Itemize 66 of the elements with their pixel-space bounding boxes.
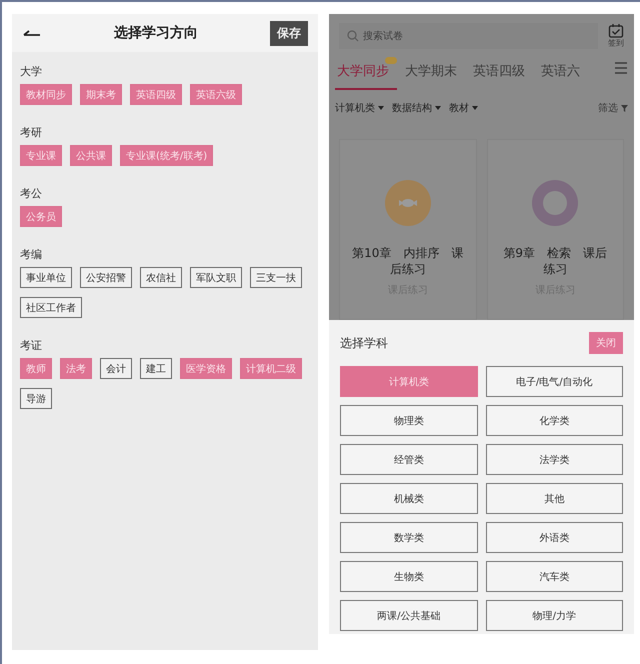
tab[interactable]: 大学同步 [335, 57, 397, 90]
filter-dropdown[interactable]: 数据结构 [392, 101, 441, 115]
search-field[interactable]: 搜索试卷 [339, 23, 598, 49]
subject-option[interactable]: 汽车类 [486, 561, 623, 592]
subject-option[interactable]: 经管类 [340, 444, 478, 475]
subject-option[interactable]: 其他 [486, 483, 623, 514]
menu-icon[interactable] [614, 61, 628, 75]
tab[interactable]: 英语四级 [471, 57, 533, 90]
category-tag[interactable]: 公安招警 [80, 267, 132, 288]
category-tag[interactable]: 建工 [140, 358, 172, 379]
caret-icon [472, 106, 478, 110]
category-tag[interactable]: 法考 [60, 358, 92, 379]
category-tag[interactable]: 事业单位 [20, 267, 72, 288]
ring-icon [532, 180, 578, 226]
filter-dropdown[interactable]: 计算机类 [335, 101, 384, 115]
subject-option[interactable]: 数学类 [340, 522, 478, 553]
category-tag[interactable]: 导游 [20, 388, 52, 409]
filter-dropdown[interactable]: 教材 [449, 101, 478, 115]
category-tag[interactable]: 医学资格 [180, 358, 232, 379]
category-tag[interactable]: 教师 [20, 358, 52, 379]
sheet-title: 选择学科 [340, 334, 388, 352]
subject-option[interactable]: 电子/电气/自动化 [486, 366, 623, 397]
category-tag[interactable]: 社区工作者 [20, 297, 82, 318]
calendar-check-icon[interactable] [608, 23, 624, 38]
card-title: 第10章 内排序 课后练习 [351, 246, 464, 278]
search-icon [347, 30, 359, 42]
category-tag[interactable]: 期末考 [80, 84, 122, 105]
category-tag[interactable]: 英语六级 [190, 84, 242, 105]
checkin-label: 签到 [608, 40, 624, 48]
category-tag[interactable]: 专业课 [20, 145, 62, 166]
category-tag[interactable]: 英语四级 [130, 84, 182, 105]
filter-button[interactable]: 筛选 [598, 101, 628, 115]
section-title: 考证 [20, 338, 43, 353]
category-tag[interactable]: 教材同步 [20, 84, 72, 105]
section-title: 考研 [20, 125, 43, 140]
section-title: 大学 [20, 64, 43, 79]
caret-icon [378, 106, 384, 110]
category-tag[interactable]: 计算机二级 [240, 358, 302, 379]
funnel-icon [621, 104, 628, 112]
subject-option[interactable]: 物理类 [340, 405, 478, 436]
subject-option[interactable]: 机械类 [340, 483, 478, 514]
subject-option[interactable]: 物理/力学 [486, 600, 623, 631]
tab[interactable]: 英语六 [539, 57, 588, 90]
subject-option[interactable]: 两课/公共基础 [340, 600, 478, 631]
tab[interactable]: 大学期末 [403, 57, 465, 90]
back-icon[interactable] [22, 28, 42, 38]
subject-option[interactable]: 生物类 [340, 561, 478, 592]
section-title: 考公 [20, 186, 43, 201]
subject-option[interactable]: 计算机类 [340, 366, 478, 397]
category-tag[interactable]: 专业课(统考/联考) [120, 145, 214, 166]
category-tag[interactable]: 公共课 [70, 145, 112, 166]
close-button[interactable]: 关闭 [589, 332, 623, 354]
candy-icon [384, 180, 431, 226]
save-button[interactable]: 保存 [270, 20, 308, 46]
category-tag[interactable]: 公务员 [20, 206, 62, 227]
page-title: 选择学习方向 [114, 24, 198, 42]
category-tag[interactable]: 军队文职 [190, 267, 242, 288]
subject-option[interactable]: 外语类 [486, 522, 623, 553]
category-tag[interactable]: 会计 [100, 358, 132, 379]
section-title: 考编 [20, 247, 43, 262]
card-title: 第9章 检索 课后练习 [502, 246, 608, 278]
caret-icon [435, 106, 441, 110]
category-tag[interactable]: 三支一扶 [250, 267, 302, 288]
subject-option[interactable]: 化学类 [486, 405, 623, 436]
subject-option[interactable]: 法学类 [486, 444, 623, 475]
category-tag[interactable]: 农信社 [140, 267, 182, 288]
